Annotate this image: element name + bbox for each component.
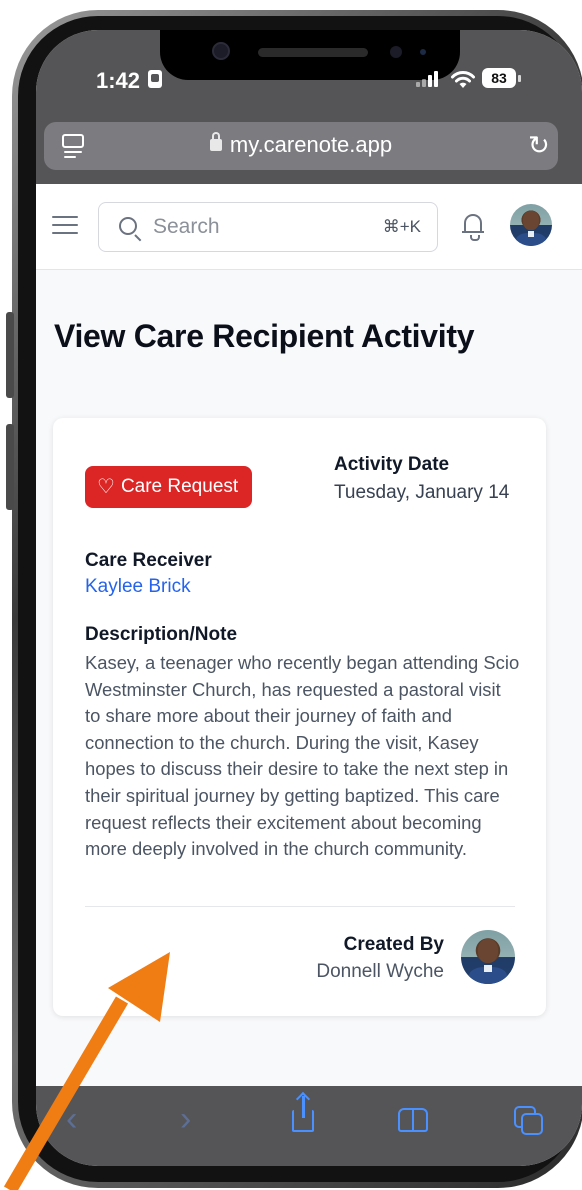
badge-label: Care Request [120, 476, 239, 497]
search-box[interactable]: ⌘+K [98, 202, 438, 252]
care-receiver-link[interactable]: Kaylee Brick [85, 576, 191, 598]
volume-up-button [6, 312, 14, 398]
hamburger-menu-icon[interactable] [52, 216, 78, 236]
status-time: 1:42 [96, 68, 141, 93]
volume-down-button [6, 424, 14, 510]
created-by-label: Created By [343, 934, 444, 955]
url-text: my.carenote.app [229, 132, 393, 157]
heart-icon: ♡ [97, 476, 115, 498]
tabs-icon[interactable] [514, 1106, 544, 1136]
care-receiver-label: Care Receiver [85, 550, 212, 571]
app-header: ⌘+K [36, 184, 582, 270]
browser-toolbar: ‹ › [36, 1086, 582, 1166]
sensor-dot-small [420, 49, 426, 55]
search-shortcut: ⌘+K [382, 217, 421, 236]
divider [85, 906, 515, 907]
share-icon[interactable] [292, 1096, 314, 1132]
search-input[interactable] [153, 213, 353, 241]
sensor-dot [390, 46, 402, 58]
bookmarks-icon[interactable] [398, 1108, 430, 1134]
speaker-grille [258, 48, 368, 57]
status-bar: 1:42 83 [36, 30, 582, 122]
creator-avatar [461, 930, 515, 984]
address-bar[interactable]: my.carenote.app ↻ [44, 122, 558, 170]
created-by-name: Donnell Wyche [316, 961, 444, 982]
activity-date-label: Activity Date [334, 454, 450, 475]
description-text: Kasey, a teenager who recently began att… [85, 652, 520, 860]
wifi-icon [451, 71, 475, 88]
reload-icon[interactable]: ↻ [528, 130, 550, 161]
lock-icon [209, 132, 222, 151]
notch [160, 30, 460, 80]
activity-card: ♡ Care Request Activity Date Tuesday, Ja… [53, 418, 546, 1016]
battery-icon: 83 [482, 68, 521, 88]
url-display[interactable]: my.carenote.app [44, 132, 558, 158]
browser-address-area: my.carenote.app ↻ [36, 122, 582, 184]
description-label: Description/Note [85, 624, 238, 645]
cellular-signal-icon [416, 71, 440, 87]
back-icon[interactable]: ‹ [66, 1100, 77, 1139]
activity-date-value: Tuesday, January 14 [334, 482, 510, 503]
page-title: View Care Recipient Activity [54, 318, 475, 354]
camera-icon [212, 42, 230, 60]
search-icon [119, 217, 137, 235]
forward-icon[interactable]: › [180, 1100, 191, 1139]
care-request-badge: ♡ Care Request [85, 466, 253, 508]
user-avatar[interactable] [510, 204, 552, 246]
bell-icon[interactable] [462, 214, 484, 241]
phone-screen: 1:42 83 my.carenote.app ↻ Search ⌘+K Vie… [36, 30, 582, 1166]
contact-badge-icon [148, 70, 162, 88]
